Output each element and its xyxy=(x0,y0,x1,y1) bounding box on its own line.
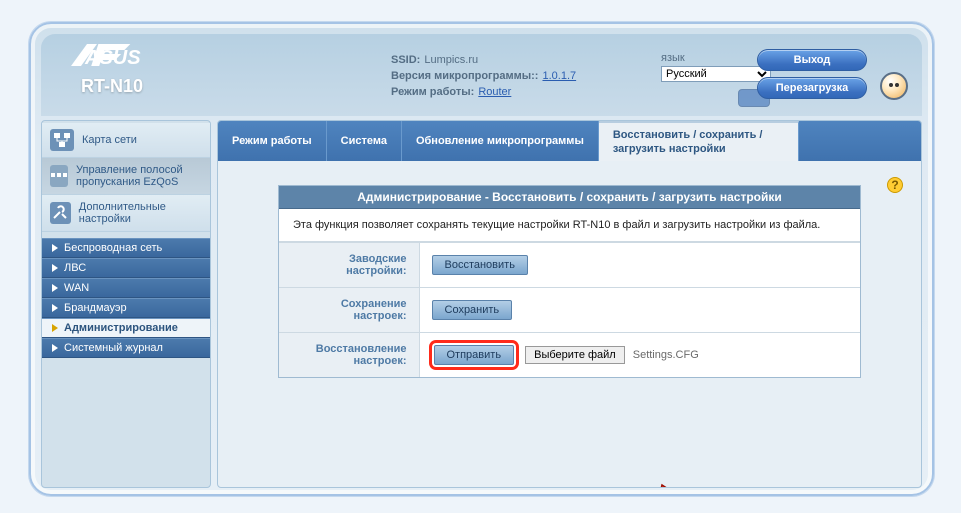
ssid-label: SSID: xyxy=(391,52,420,68)
fw-label: Версия микропрограммы:: xyxy=(391,68,538,84)
tab-firmware-upgrade[interactable]: Обновление микропрограммы xyxy=(402,121,599,161)
chevron-right-icon xyxy=(52,344,58,352)
restore-defaults-button[interactable]: Восстановить xyxy=(432,255,528,275)
ezqos-icon xyxy=(50,165,68,187)
chevron-right-icon xyxy=(52,244,58,252)
language-label: язык xyxy=(661,52,771,64)
mode-link[interactable]: Router xyxy=(478,84,511,100)
panel-title: Администрирование - Восстановить / сохра… xyxy=(279,186,860,209)
sidebar-item-wireless[interactable]: Беспроводная сеть xyxy=(42,238,210,258)
fw-link[interactable]: 1.0.1.7 xyxy=(542,68,576,84)
save-label: Сохранение настроек: xyxy=(279,288,419,333)
sidebar-item-administration[interactable]: Администрирование xyxy=(42,318,210,338)
sidebar-item-network-map[interactable]: Карта сети xyxy=(42,123,210,158)
panel-description: Эта функция позволяет сохранять текущие … xyxy=(279,209,860,242)
chevron-right-icon xyxy=(52,264,58,272)
logo-block: ASUS RT-N10 xyxy=(63,42,213,97)
save-settings-button[interactable]: Сохранить xyxy=(432,300,513,320)
logout-button[interactable]: Выход xyxy=(757,49,867,71)
restore-label: Восстановление настроек: xyxy=(279,333,419,378)
svg-text:ASUS: ASUS xyxy=(84,47,141,69)
row-factory-defaults: Заводские настройки: Восстановить xyxy=(279,243,860,288)
sidebar-item-label: Управление полосой пропускания EzQoS xyxy=(76,164,202,188)
sidebar-item-label: Системный журнал xyxy=(64,342,163,354)
upload-button-highlight: Отправить xyxy=(432,343,517,367)
sidebar-item-label: Дополнительные настройки xyxy=(79,201,202,225)
asus-logo: ASUS xyxy=(63,42,213,78)
sidebar-item-label: ЛВС xyxy=(64,262,86,274)
sidebar-item-label: Карта сети xyxy=(82,134,137,146)
sidebar-item-advanced[interactable]: Дополнительные настройки xyxy=(42,195,210,232)
mode-label: Режим работы: xyxy=(391,84,474,100)
header-bar: ASUS RT-N10 SSID: Lumpics.ru Версия микр… xyxy=(41,34,922,116)
choose-file-button[interactable]: Выберите файл xyxy=(525,346,625,364)
sidebar-item-firewall[interactable]: Брандмауэр xyxy=(42,298,210,318)
tools-icon xyxy=(50,202,71,224)
sidebar-item-lan[interactable]: ЛВС xyxy=(42,258,210,278)
tabs-row: Режим работы Система Обновление микропро… xyxy=(218,121,921,161)
reboot-button[interactable]: Перезагрузка xyxy=(757,77,867,99)
upload-settings-button[interactable]: Отправить xyxy=(434,345,515,365)
mascot-icon xyxy=(880,72,908,100)
chevron-right-icon xyxy=(52,304,58,312)
chevron-right-icon xyxy=(52,324,58,332)
settings-frame: Администрирование - Восстановить / сохра… xyxy=(278,185,861,378)
chevron-right-icon xyxy=(52,284,58,292)
sidebar-item-wan[interactable]: WAN xyxy=(42,278,210,298)
row-restore-settings: Восстановление настроек: Отправить Выбер… xyxy=(279,333,860,378)
language-select[interactable]: Русский xyxy=(661,66,771,82)
tab-operation-mode[interactable]: Режим работы xyxy=(218,121,327,161)
info-block: SSID: Lumpics.ru Версия микропрограммы::… xyxy=(391,52,576,100)
network-map-icon xyxy=(50,129,74,151)
sidebar: Карта сети Управление полосой пропускани… xyxy=(41,120,211,488)
sidebar-item-label: WAN xyxy=(64,282,89,294)
main-panel: Режим работы Система Обновление микропро… xyxy=(217,120,922,488)
tab-system[interactable]: Система xyxy=(327,121,402,161)
chosen-file-name: Settings.CFG xyxy=(633,349,699,361)
sidebar-item-label: Беспроводная сеть xyxy=(64,242,162,254)
model-label: RT-N10 xyxy=(81,76,213,97)
sidebar-item-ezqos[interactable]: Управление полосой пропускания EzQoS xyxy=(42,158,210,195)
row-save-settings: Сохранение настроек: Сохранить xyxy=(279,288,860,333)
ssid-value: Lumpics.ru xyxy=(424,52,478,68)
annotation-arrow-icon xyxy=(638,477,728,488)
sidebar-item-syslog[interactable]: Системный журнал xyxy=(42,338,210,358)
factory-label: Заводские настройки: xyxy=(279,243,419,288)
sidebar-item-label: Администрирование xyxy=(64,322,178,334)
tab-restore-save-upload[interactable]: Восстановить / сохранить / загрузить нас… xyxy=(599,121,799,161)
sidebar-item-label: Брандмауэр xyxy=(64,302,127,314)
language-block: язык Русский xyxy=(661,52,771,82)
